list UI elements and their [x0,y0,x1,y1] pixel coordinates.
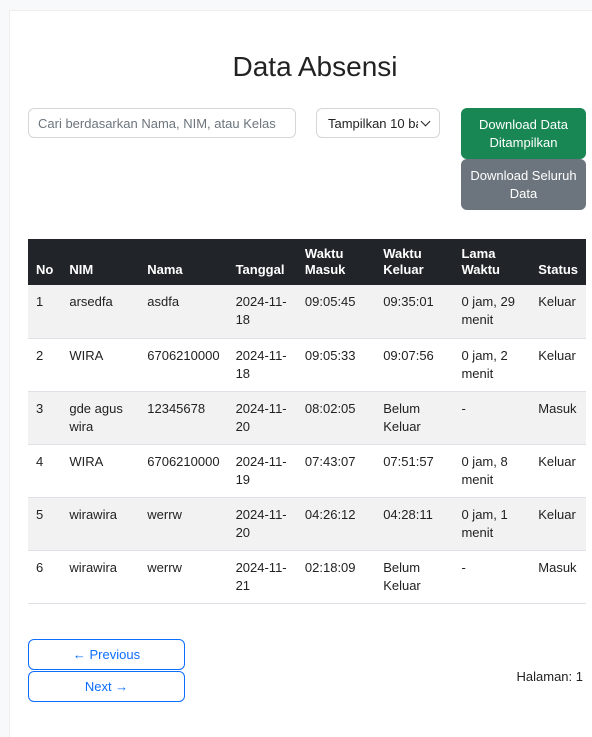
next-page-button[interactable]: Next → [28,671,185,702]
page-indicator: Halaman: 1 [516,669,583,684]
table-row: 5 wirawira werrw 2024-11-20 04:26:12 04:… [28,497,586,551]
cell-no: 1 [28,285,62,339]
header-waktu-masuk: Waktu Masuk [296,239,376,285]
download-displayed-button[interactable]: Download Data Ditampilkan [461,108,586,159]
previous-page-button[interactable]: ← Previous [28,639,185,670]
cell-status: Masuk [530,391,586,445]
cell-status: Keluar [530,338,586,392]
cell-nim: arsedfa [61,285,140,339]
cell-lama-waktu: - [453,391,531,445]
cell-no: 3 [28,391,62,445]
rows-per-page-select[interactable]: Tampilkan 10 baris [316,108,440,138]
cell-tanggal: 2024-11-20 [227,391,297,445]
cell-nama: werrw [139,497,228,551]
rows-per-page-value: Tampilkan 10 baris [328,115,418,131]
cell-status: Keluar [530,285,586,339]
cell-nama: 12345678 [139,391,228,445]
table-row: 2 WIRA 6706210000 2024-11-18 09:05:33 09… [28,338,586,392]
cell-nim: WIRA [61,338,140,392]
cell-lama-waktu: - [453,550,531,604]
cell-nim: wirawira [61,550,140,604]
download-all-button[interactable]: Download Seluruh Data [461,159,586,210]
cell-no: 2 [28,338,62,392]
table-row: 4 WIRA 6706210000 2024-11-19 07:43:07 07… [28,444,586,498]
cell-nim: gde agus wira [61,391,140,445]
attendance-card: Data Absensi Tampilkan 10 baris Download… [9,10,592,737]
header-nim: NIM [61,239,140,285]
cell-nama: asdfa [139,285,228,339]
cell-tanggal: 2024-11-20 [227,497,297,551]
header-lama-waktu: Lama Waktu [453,239,531,285]
cell-waktu-keluar: 09:07:56 [375,338,454,392]
cell-status: Masuk [530,550,586,604]
header-waktu-keluar: Waktu Keluar [375,239,454,285]
cell-nama: 6706210000 [139,444,228,498]
header-status: Status [530,239,586,285]
cell-nim: WIRA [61,444,140,498]
cell-waktu-keluar: 09:35:01 [375,285,454,339]
cell-nama: 6706210000 [139,338,228,392]
cell-no: 5 [28,497,62,551]
cell-waktu-masuk: 08:02:05 [296,391,376,445]
cell-waktu-masuk: 02:18:09 [296,550,376,604]
table-header-row: No NIM Nama Tanggal Waktu Masuk Waktu Ke… [28,239,586,285]
cell-waktu-keluar: 04:28:11 [375,497,454,551]
page-title: Data Absensi [232,51,398,82]
cell-waktu-keluar: Belum Keluar [375,391,454,445]
cell-lama-waktu: 0 jam, 2 menit [453,338,531,392]
header-tanggal: Tanggal [227,239,297,285]
cell-nama: werrw [139,550,228,604]
cell-tanggal: 2024-11-19 [227,444,297,498]
table-row: 6 wirawira werrw 2024-11-21 02:18:09 Bel… [28,550,586,604]
cell-waktu-keluar: Belum Keluar [375,550,454,604]
cell-waktu-masuk: 09:05:45 [296,285,376,339]
cell-tanggal: 2024-11-18 [227,285,297,339]
cell-nim: wirawira [61,497,140,551]
chevron-down-icon [420,116,431,127]
cell-waktu-masuk: 07:43:07 [296,444,376,498]
search-input[interactable] [28,108,296,138]
table-row: 1 arsedfa asdfa 2024-11-18 09:05:45 09:3… [28,285,586,339]
cell-status: Keluar [530,497,586,551]
cell-tanggal: 2024-11-21 [227,550,297,604]
cell-no: 4 [28,444,62,498]
cell-lama-waktu: 0 jam, 29 menit [453,285,531,339]
table-row: 3 gde agus wira 12345678 2024-11-20 08:0… [28,391,586,445]
cell-no: 6 [28,550,62,604]
cell-waktu-keluar: 07:51:57 [375,444,454,498]
cell-tanggal: 2024-11-18 [227,338,297,392]
cell-lama-waktu: 0 jam, 8 menit [453,444,531,498]
cell-waktu-masuk: 04:26:12 [296,497,376,551]
cell-lama-waktu: 0 jam, 1 menit [453,497,531,551]
attendance-table: No NIM Nama Tanggal Waktu Masuk Waktu Ke… [28,239,586,604]
cell-waktu-masuk: 09:05:33 [296,338,376,392]
cell-status: Keluar [530,444,586,498]
header-no: No [28,239,62,285]
header-nama: Nama [139,239,228,285]
